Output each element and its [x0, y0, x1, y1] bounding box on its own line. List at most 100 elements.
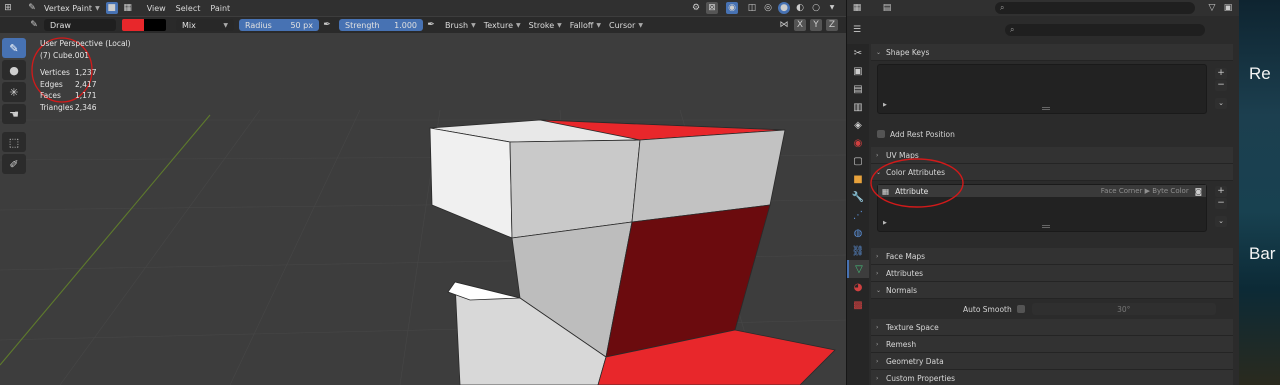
- blend-mode-label: Mix: [182, 20, 196, 30]
- panel-geometry-data-header[interactable]: › Geometry Data: [871, 353, 1233, 370]
- menu-falloff-label: Falloff: [569, 20, 594, 30]
- mesh-cube[interactable]: [429, 119, 836, 385]
- chevron-down-icon[interactable]: ⌄: [1215, 216, 1227, 227]
- symmetry-axes: ⋈ X Y Z: [776, 19, 846, 31]
- minus-icon[interactable]: −: [1215, 198, 1227, 209]
- tab-object[interactable]: ■: [847, 170, 869, 188]
- menu-cursor[interactable]: Cursor ▼: [605, 19, 647, 31]
- editor-type-icon[interactable]: ☰: [851, 24, 863, 36]
- 3d-viewport[interactable]: ⊞ ✎ Vertex Paint ▼ ■ ▦ View Select Paint …: [0, 0, 846, 385]
- blend-mode-dropdown[interactable]: Mix ▼: [176, 19, 234, 31]
- expand-icon[interactable]: ▶: [883, 102, 887, 108]
- shading-material-icon[interactable]: ◐: [794, 2, 806, 14]
- camera-icon[interactable]: ◙: [1195, 187, 1202, 196]
- menu-paint[interactable]: Paint: [205, 4, 235, 13]
- color-attributes-list[interactable]: ▦ Attribute Face Corner ▶ Byte Color ◙ ▶: [877, 184, 1207, 232]
- properties-search-input[interactable]: ⌕: [1005, 24, 1205, 36]
- tab-scene[interactable]: ◈: [847, 116, 869, 134]
- menu-texture[interactable]: Texture ▼: [480, 19, 525, 31]
- tab-modifiers[interactable]: 🔧: [847, 188, 869, 206]
- tab-particles[interactable]: ⋰: [847, 206, 869, 224]
- tab-render[interactable]: ▣: [847, 62, 869, 80]
- paint-mask-icon[interactable]: ■: [105, 2, 118, 14]
- display-mode-icon[interactable]: ▤: [881, 2, 893, 14]
- plus-icon[interactable]: +: [1215, 68, 1227, 79]
- chevron-down-icon[interactable]: ⌄: [1215, 98, 1227, 109]
- secondary-color-swatch[interactable]: [144, 19, 166, 31]
- strength-pressure-icon[interactable]: ✒: [425, 19, 437, 31]
- editor-type-icon[interactable]: ⊞: [2, 2, 14, 14]
- menu-brush-label: Brush: [445, 20, 469, 30]
- box-select-tool-button[interactable]: ⬚: [2, 132, 26, 152]
- panel-texture-space-header[interactable]: › Texture Space: [871, 319, 1233, 336]
- menu-texture-label: Texture: [483, 20, 514, 30]
- panel-normals-header[interactable]: ⌄ Normals: [871, 282, 1233, 299]
- shading-rendered-icon[interactable]: ○: [810, 2, 822, 14]
- panel-title: Face Maps: [886, 251, 926, 261]
- resize-grip[interactable]: [1042, 107, 1050, 110]
- outliner-search-input[interactable]: ⌕: [995, 2, 1195, 14]
- shading-wire-icon[interactable]: ◎: [762, 2, 774, 14]
- radius-pressure-icon[interactable]: ✒: [321, 19, 333, 31]
- add-rest-position-row[interactable]: Add Rest Position: [871, 126, 1233, 142]
- panel-uv-maps-header[interactable]: › UV Maps: [871, 147, 1233, 164]
- shape-keys-list[interactable]: ▶: [877, 64, 1207, 114]
- mode-brush-icon[interactable]: ✎: [26, 2, 38, 14]
- smear-tool-button[interactable]: ☚: [2, 104, 26, 124]
- tab-collection[interactable]: ▢: [847, 152, 869, 170]
- tab-world[interactable]: ◉: [847, 134, 869, 152]
- panel-color-attributes-header[interactable]: ⌄ Color Attributes: [871, 164, 1233, 181]
- menu-stroke[interactable]: Stroke ▼: [525, 19, 566, 31]
- color-attribute-row[interactable]: ▦ Attribute Face Corner ▶ Byte Color ◙: [878, 185, 1206, 197]
- xray-icon[interactable]: ◫: [746, 2, 758, 14]
- panel-shape-keys-header[interactable]: ⌄ Shape Keys: [871, 44, 1233, 61]
- strength-field[interactable]: Strength 1.000: [339, 19, 423, 31]
- average-tool-button[interactable]: ✳: [2, 82, 26, 102]
- blur-tool-button[interactable]: ●: [2, 60, 26, 80]
- shading-solid-icon[interactable]: ●: [778, 2, 790, 14]
- menu-falloff[interactable]: Falloff ▼: [566, 19, 605, 31]
- draw-tool-button[interactable]: ✎: [2, 38, 26, 58]
- shading-options-icon[interactable]: ▼: [826, 2, 838, 14]
- panel-remesh-header[interactable]: › Remesh: [871, 336, 1233, 353]
- resize-grip[interactable]: [1042, 225, 1050, 228]
- tab-tool[interactable]: ✂: [847, 44, 869, 62]
- mode-dropdown[interactable]: Vertex Paint ▼: [40, 2, 104, 14]
- editor-type-icon[interactable]: ▦: [851, 2, 863, 14]
- visibility-icon[interactable]: ⚙: [690, 2, 702, 14]
- tab-output[interactable]: ▤: [847, 80, 869, 98]
- menu-brush[interactable]: Brush ▼: [441, 19, 480, 31]
- tab-data[interactable]: ▽: [847, 260, 869, 278]
- overlays-icon[interactable]: ◉: [726, 2, 738, 14]
- add-rest-position-checkbox[interactable]: [877, 130, 885, 138]
- auto-smooth-angle-field[interactable]: 30°: [1031, 303, 1216, 315]
- panel-custom-properties-header[interactable]: › Custom Properties: [871, 370, 1233, 385]
- filter-icon[interactable]: ▽: [1206, 2, 1218, 14]
- tab-constraints[interactable]: ⛓: [847, 242, 869, 260]
- tab-view-layer[interactable]: ▥: [847, 98, 869, 116]
- menu-select[interactable]: Select: [171, 4, 206, 13]
- properties-tabs: ✂ ▣ ▤ ▥ ◈ ◉ ▢ ■ 🔧 ⋰ ◍ ⛓ ▽ ◕ ▩: [847, 44, 869, 385]
- color-attributes-body: ▦ Attribute Face Corner ▶ Byte Color ◙ ▶…: [871, 184, 1233, 248]
- auto-smooth-checkbox[interactable]: [1016, 305, 1025, 313]
- new-collection-icon[interactable]: ▣: [1222, 2, 1234, 14]
- vertex-mask-icon[interactable]: ▦: [122, 2, 134, 14]
- tab-material[interactable]: ◕: [847, 278, 869, 296]
- brush-name-field[interactable]: Draw: [44, 19, 116, 31]
- axis-x-toggle[interactable]: X: [794, 19, 806, 31]
- radius-field[interactable]: Radius 50 px: [239, 19, 319, 31]
- expand-icon[interactable]: ▶: [883, 220, 887, 226]
- minus-icon[interactable]: −: [1215, 80, 1227, 91]
- tab-texture[interactable]: ▩: [847, 296, 869, 314]
- primary-color-swatch[interactable]: [122, 19, 144, 31]
- plus-icon[interactable]: +: [1215, 186, 1227, 197]
- axis-z-toggle[interactable]: Z: [826, 19, 838, 31]
- gizmo-icon[interactable]: ⊠: [706, 2, 718, 14]
- brush-tool-icon: ✎: [30, 20, 38, 30]
- panel-face-maps-header[interactable]: › Face Maps: [871, 248, 1233, 265]
- tab-physics[interactable]: ◍: [847, 224, 869, 242]
- menu-view[interactable]: View: [142, 4, 171, 13]
- axis-y-toggle[interactable]: Y: [810, 19, 822, 31]
- panel-attributes-header[interactable]: › Attributes: [871, 265, 1233, 282]
- annotate-tool-button[interactable]: ✐: [2, 154, 26, 174]
